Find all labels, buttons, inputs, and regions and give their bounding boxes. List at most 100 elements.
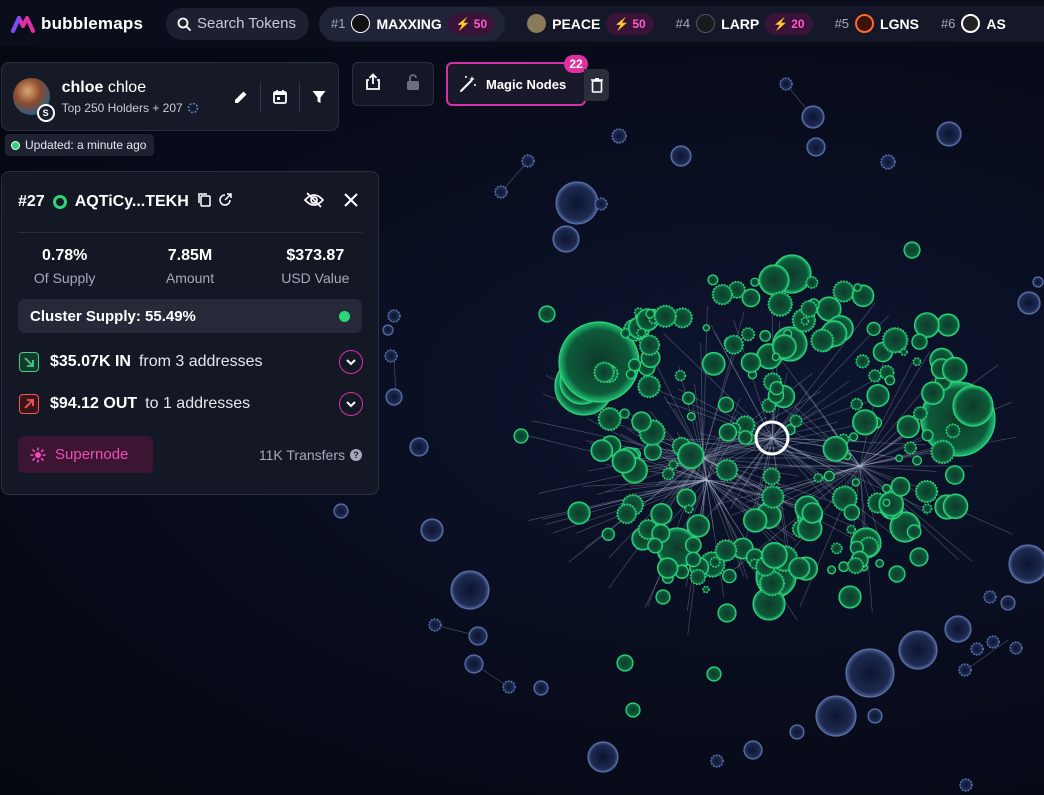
trending-item-4[interactable]: #4 LARP ⚡ 20 (676, 12, 813, 35)
holder-bubble[interactable] (942, 493, 969, 520)
holder-bubble[interactable] (743, 508, 768, 533)
holder-bubble[interactable] (674, 369, 687, 382)
holder-bubble[interactable] (710, 754, 724, 768)
holder-bubble[interactable] (846, 556, 865, 575)
trending-item-2[interactable]: PEACE ⚡ 50 (527, 12, 654, 35)
holder-bubble[interactable] (845, 648, 895, 698)
holder-bubble[interactable] (409, 437, 429, 457)
holder-bubble[interactable] (970, 642, 984, 656)
holder-bubble[interactable] (538, 305, 556, 323)
holder-bubble[interactable] (552, 225, 580, 253)
holder-bubble[interactable] (805, 275, 819, 289)
holder-bubble[interactable] (723, 334, 744, 355)
delete-magic-nodes-button[interactable] (584, 69, 609, 101)
holder-bubble[interactable] (740, 327, 756, 342)
holder-bubble[interactable] (912, 406, 928, 421)
holder-bubble[interactable] (738, 430, 753, 445)
holder-bubble[interactable] (701, 351, 726, 376)
search-tokens[interactable]: Search Tokens (166, 7, 309, 40)
holder-bubble[interactable] (611, 448, 637, 474)
holder-bubble[interactable] (801, 502, 823, 524)
share-button[interactable] (364, 72, 382, 96)
holder-bubble[interactable] (936, 313, 960, 337)
holder-bubble[interactable] (657, 557, 679, 579)
lock-button[interactable] (404, 73, 422, 96)
holder-bubble[interactable] (914, 479, 939, 504)
holder-bubble[interactable] (944, 465, 965, 485)
holder-bubble[interactable] (387, 309, 401, 323)
holder-bubble[interactable] (1017, 291, 1041, 315)
holder-bubble[interactable] (601, 527, 616, 542)
holder-bubble[interactable] (681, 391, 696, 405)
holder-bubble[interactable] (866, 384, 890, 408)
cluster-supply[interactable]: Cluster Supply: 55.49% (18, 299, 362, 333)
logo[interactable]: bubblemaps (11, 14, 161, 34)
holder-bubble[interactable] (670, 145, 692, 167)
holder-bubble[interactable] (684, 536, 702, 554)
holder-bubble[interactable] (636, 327, 647, 338)
holder-bubble[interactable] (959, 778, 973, 792)
holder-bubble[interactable] (906, 524, 922, 540)
holder-bubble[interactable] (521, 154, 535, 168)
holder-bubble[interactable] (898, 630, 938, 670)
holder-bubble[interactable] (722, 568, 737, 584)
holder-bubble[interactable] (718, 423, 738, 442)
holder-bubble[interactable] (789, 724, 805, 740)
filter-button[interactable] (300, 78, 338, 116)
holder-bubble[interactable] (594, 197, 608, 211)
chevron-down-icon[interactable] (339, 392, 363, 416)
holder-bubble[interactable] (689, 568, 707, 586)
holder-bubble[interactable] (941, 356, 968, 383)
close-button[interactable] (344, 193, 358, 212)
holder-bubble[interactable] (843, 504, 861, 521)
holder-bubble[interactable] (769, 381, 784, 396)
holder-bubble[interactable] (494, 185, 508, 199)
holder-bubble[interactable] (627, 358, 641, 372)
holder-bubble[interactable] (464, 654, 484, 674)
supernode-button[interactable]: Supernode (18, 436, 153, 473)
holder-bubble[interactable] (711, 283, 734, 306)
holder-bubble[interactable] (1032, 276, 1044, 288)
holder-bubble[interactable] (903, 241, 921, 259)
holder-bubble[interactable] (800, 316, 810, 326)
holder-bubble[interactable] (1008, 544, 1044, 584)
holder-bubble[interactable] (911, 333, 928, 350)
holder-bubble[interactable] (740, 352, 762, 373)
holder-bubble[interactable] (922, 503, 933, 514)
holder-bubble[interactable] (944, 615, 972, 643)
holder-bubble[interactable] (450, 570, 490, 610)
holder-bubble[interactable] (1000, 595, 1016, 611)
holder-bubble[interactable] (637, 374, 661, 399)
holder-bubble[interactable] (986, 635, 1000, 649)
holder-bubble[interactable] (813, 472, 824, 483)
holder-bubble[interactable] (587, 741, 619, 773)
holder-bubble[interactable] (801, 105, 825, 129)
trending-item-5[interactable]: #5 LGNS (835, 14, 919, 33)
holder-bubble[interactable] (838, 561, 850, 573)
holder-bubble[interactable] (888, 565, 906, 583)
holder-bubble[interactable] (385, 388, 403, 406)
holder-bubble[interactable] (668, 459, 679, 470)
holder-bubble[interactable] (832, 280, 855, 303)
holder-bubble[interactable] (717, 396, 735, 413)
holder-bubble[interactable] (513, 428, 529, 444)
holder-bubble[interactable] (625, 369, 636, 380)
holder-bubble[interactable] (851, 409, 879, 436)
holder-bubble[interactable] (952, 385, 994, 427)
holder-bubble[interactable] (686, 514, 711, 538)
holder-bubble[interactable] (779, 77, 793, 91)
edit-button[interactable] (222, 78, 260, 116)
holder-bubble[interactable] (912, 455, 923, 466)
magic-nodes-button[interactable]: Magic Nodes 22 (446, 55, 588, 106)
holder-bubble[interactable] (921, 381, 945, 405)
holder-bubble[interactable] (702, 324, 711, 332)
holder-bubble[interactable] (382, 324, 394, 336)
holder-bubble[interactable] (815, 695, 857, 737)
holder-bubble[interactable] (758, 264, 790, 296)
holder-bubble[interactable] (762, 467, 781, 486)
holder-bubble[interactable] (677, 442, 705, 470)
holder-bubble[interactable] (867, 708, 883, 724)
holder-bubble[interactable] (827, 565, 837, 575)
trending-item-1[interactable]: #1 MAXXING ⚡ 50 (319, 6, 506, 41)
holder-bubble[interactable] (611, 128, 627, 144)
